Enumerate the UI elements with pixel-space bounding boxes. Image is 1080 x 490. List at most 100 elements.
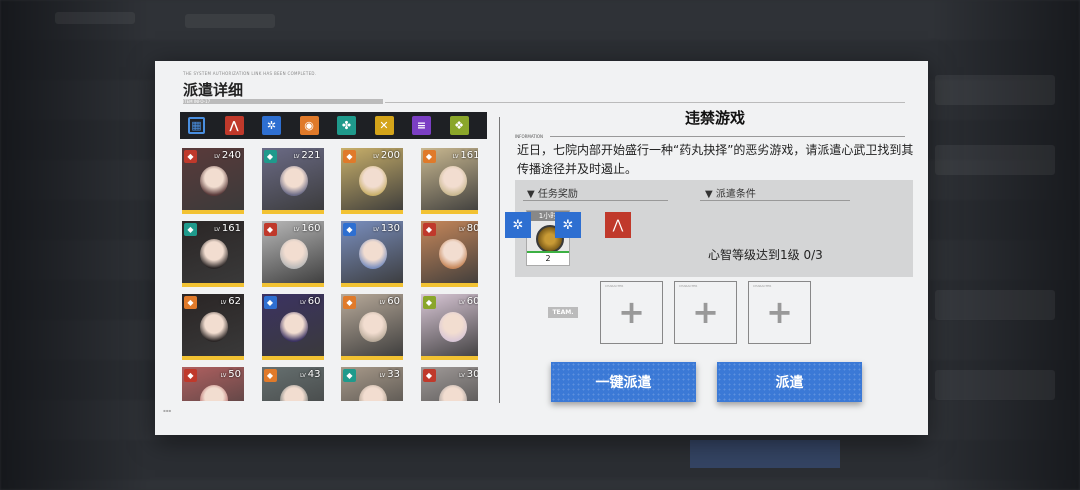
- rarity-bar: [341, 283, 403, 287]
- element-icon: ◆: [184, 296, 197, 309]
- character-face: [438, 166, 467, 196]
- character-card[interactable]: ◆ LV 80: [420, 221, 478, 287]
- team-slot-1[interactable]: CHARACTER +: [600, 281, 663, 344]
- filter-tab-purple[interactable]: ≡: [411, 115, 432, 136]
- filter-tab-all[interactable]: ▦: [186, 115, 207, 136]
- team-label: TEAM.: [548, 307, 578, 318]
- plus-icon: +: [692, 293, 719, 331]
- filter-tab-blue[interactable]: ✲: [261, 115, 282, 136]
- character-level: LV 43: [300, 369, 321, 380]
- filter-tab-teal[interactable]: ✤: [336, 115, 357, 136]
- character-card[interactable]: ◆ LV 160: [261, 221, 324, 287]
- road-icon: ⋀: [224, 116, 244, 135]
- character-face: [279, 166, 308, 196]
- rarity-bar: [261, 356, 324, 360]
- character-card[interactable]: ◆ LV 221: [261, 148, 324, 214]
- auto-dispatch-button[interactable]: 一键派遣: [551, 362, 696, 402]
- character-card[interactable]: ◆ LV 62: [182, 294, 244, 360]
- character-card[interactable]: ◆ LV 60: [261, 294, 324, 360]
- character-level: LV 221: [293, 150, 321, 161]
- clover-icon: ✤: [337, 116, 356, 135]
- flame-icon: ◉: [299, 116, 319, 135]
- title-code: ITEM INFO-17: [183, 99, 211, 104]
- element-filter-bar: ▦ ⋀ ✲ ◉ ✤ ✕ ≡ ❖: [180, 112, 487, 139]
- rarity-bar: [182, 210, 244, 214]
- character-card[interactable]: ◆ LV 60: [420, 294, 478, 360]
- element-icon: ◆: [422, 150, 436, 163]
- filter-tab-red[interactable]: ⋀: [224, 115, 245, 136]
- dispatch-button[interactable]: 派遣: [717, 362, 862, 402]
- character-level: LV 200: [373, 150, 400, 161]
- team-slot-3[interactable]: CHARACTER +: [748, 281, 811, 344]
- rarity-bar: [182, 283, 244, 287]
- character-card[interactable]: ◆ LV 161: [420, 148, 478, 214]
- character-face: [200, 312, 228, 342]
- character-face: [359, 239, 387, 269]
- book-icon: ≡: [412, 116, 431, 135]
- element-icon: ◆: [184, 223, 197, 236]
- rarity-bar: [420, 283, 478, 287]
- reward-count: 2: [527, 251, 569, 265]
- character-card[interactable]: ◆ LV 200: [341, 148, 403, 214]
- rarity-bar: [261, 210, 324, 214]
- element-icon: ◆: [422, 369, 436, 382]
- slot-tag: CHARACTER: [605, 284, 624, 288]
- rarity-bar: [182, 356, 244, 360]
- rarity-bar: [420, 210, 478, 214]
- element-icon: ◆: [184, 369, 197, 382]
- rarity-bar: [341, 210, 403, 214]
- filter-tab-yellow[interactable]: ✕: [374, 115, 395, 136]
- cross-icon: ✕: [374, 116, 394, 135]
- character-face: [438, 239, 467, 269]
- element-icon: ◆: [263, 223, 277, 236]
- character-card[interactable]: ◆ LV 30: [420, 367, 478, 401]
- reward-header: ▼ 任务奖励: [527, 189, 578, 200]
- character-card[interactable]: ◆ LV 60: [341, 294, 403, 360]
- character-card[interactable]: ◆ LV 130: [341, 221, 403, 287]
- road-icon: ⋀: [605, 212, 631, 238]
- plus-icon: +: [618, 293, 645, 331]
- element-icon: ◆: [263, 369, 277, 382]
- mission-description: 近日，七院内部开始盛行一种“药丸抉择”的恶劣游戏，请派遣心武卫找到其传播途径并及…: [517, 143, 914, 176]
- title-rule: [385, 102, 905, 103]
- modal-title: 派遣详细: [183, 81, 244, 99]
- slot-tag: CHARACTER: [679, 284, 698, 288]
- character-face: [438, 312, 467, 342]
- character-face: [359, 166, 387, 196]
- plus-icon: +: [766, 293, 793, 331]
- rarity-bar: [261, 283, 324, 287]
- bg-element: [935, 370, 1055, 400]
- element-icon: ◆: [343, 296, 356, 309]
- character-face: [200, 239, 228, 269]
- system-line: THE SYSTEM AUTHORIZATION LINK HAS BEEN C…: [183, 71, 317, 76]
- character-card[interactable]: ◆ LV 33: [341, 367, 403, 401]
- character-face: [279, 239, 308, 269]
- gear-icon: ✲: [505, 212, 531, 238]
- character-level: LV 60: [379, 296, 400, 307]
- divider: [499, 117, 500, 403]
- character-level: LV 80: [459, 223, 478, 234]
- mission-name: 违禁游戏: [684, 109, 745, 127]
- footnote: ▪▪▪: [163, 408, 172, 413]
- element-icon: ◆: [263, 296, 277, 309]
- character-card[interactable]: ◆ LV 50: [182, 367, 244, 401]
- element-icon: ◆: [184, 150, 197, 163]
- slot-tag: CHARACTER: [753, 284, 772, 288]
- condition-underline: [700, 200, 850, 201]
- team-slot-2[interactable]: CHARACTER +: [674, 281, 737, 344]
- bg-element: [55, 12, 135, 24]
- character-grid: ◆ LV 240 ◆ LV 221 ◆ LV 200 ◆ LV 161 ◆ LV 161 ◆ LV 160 ◆ LV 1…: [181, 147, 478, 401]
- filter-tab-orange[interactable]: ◉: [299, 115, 320, 136]
- reward-underline: [523, 200, 668, 201]
- gear-icon: ✲: [555, 212, 581, 238]
- element-icon: ◆: [422, 296, 436, 309]
- character-level: LV 33: [379, 369, 400, 380]
- character-card[interactable]: ◆ LV 240: [182, 148, 244, 214]
- filter-tab-green[interactable]: ❖: [449, 115, 470, 136]
- character-face: [359, 312, 387, 342]
- shield-icon: ❖: [449, 116, 469, 135]
- character-card[interactable]: ◆ LV 161: [182, 221, 244, 287]
- character-face: [279, 312, 308, 342]
- character-level: LV 50: [220, 369, 241, 380]
- character-card[interactable]: ◆ LV 43: [261, 367, 324, 401]
